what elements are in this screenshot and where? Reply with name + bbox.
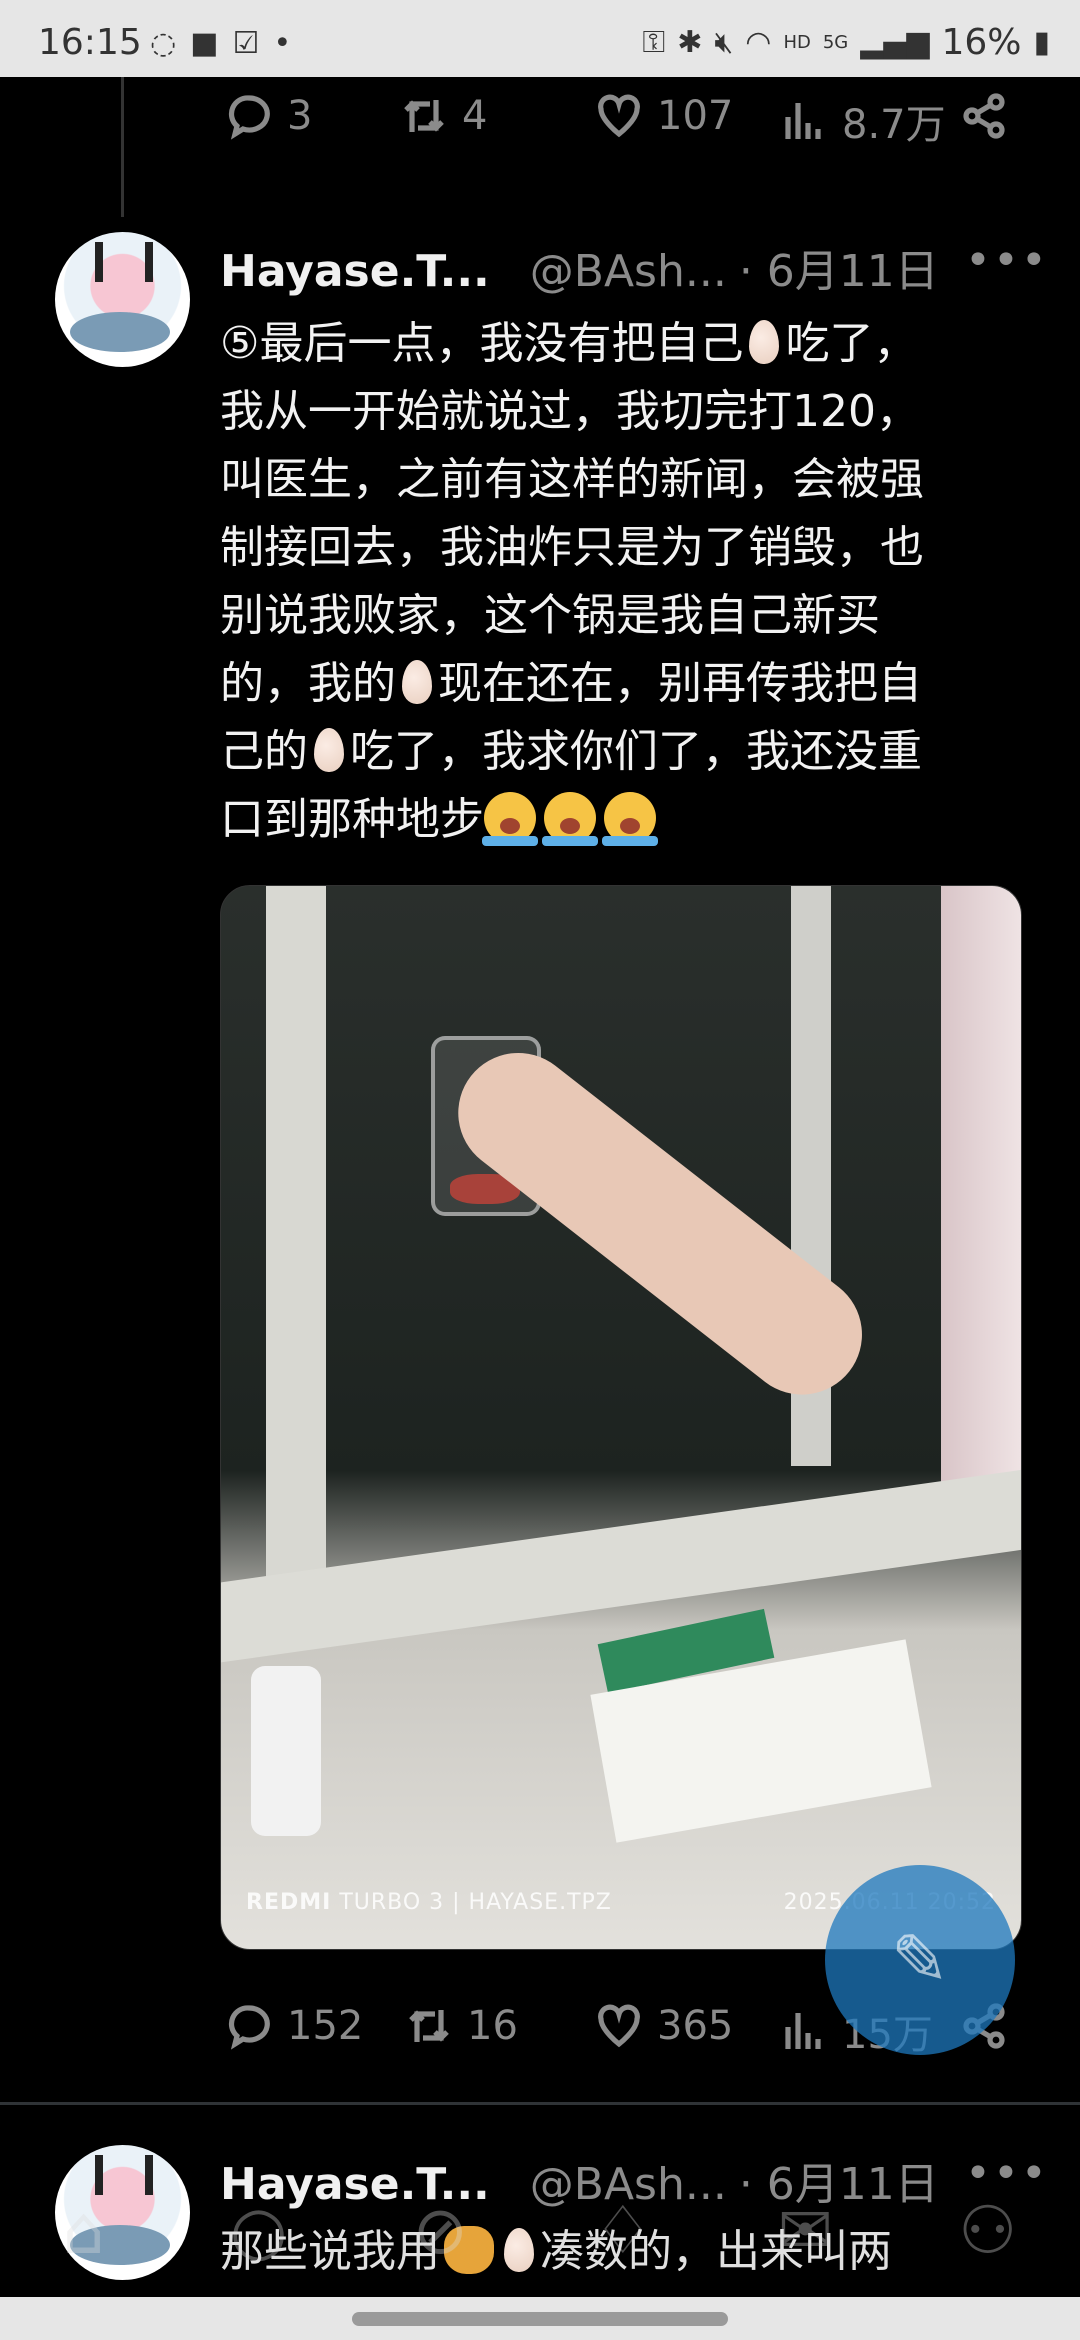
- author-avatar[interactable]: [55, 232, 190, 367]
- views-count: 8.7万: [842, 102, 946, 148]
- author-name[interactable]: Hayase.T...: [220, 246, 490, 297]
- reply-count: 3: [287, 93, 313, 139]
- mute-icon: 🔇︎: [714, 25, 734, 60]
- repost-count: 4: [462, 93, 488, 139]
- repost-count: 16: [467, 2003, 518, 2049]
- reply-count: 152: [287, 2003, 364, 2049]
- messages-icon[interactable]: ✉: [778, 2192, 833, 2269]
- battery-percent: 16%: [941, 22, 1022, 63]
- reply-button[interactable]: 152: [225, 2002, 363, 2050]
- grok-icon[interactable]: ⊘: [413, 2192, 468, 2269]
- compose-icon: ✎: [890, 1919, 950, 2001]
- crying-emoji: [482, 792, 538, 846]
- home-icon[interactable]: ⌂: [63, 2192, 105, 2269]
- repost-button[interactable]: 16: [405, 2002, 518, 2050]
- text-line: 叫医生，之前有这样的新闻，会被强: [220, 454, 924, 505]
- text-line: 吃了，我求你们了，我还没重: [350, 726, 922, 777]
- checkbox-icon: ☑: [232, 26, 260, 61]
- post-divider: [0, 2102, 1080, 2105]
- wifi-icon: ◠: [745, 25, 772, 60]
- like-count: 365: [657, 2003, 734, 2049]
- post-header: Hayase.T... @BAsh... · 6月11日 •••: [220, 235, 1047, 299]
- text-line: 口到那种地步: [220, 794, 484, 845]
- search-icon[interactable]: ○: [230, 2192, 288, 2269]
- text-line: 制接回去，我油炸只是为了销毁，也: [220, 522, 924, 573]
- shopping-bag-icon: ■: [190, 26, 219, 61]
- network-label: 5G: [822, 32, 849, 53]
- repost-icon: [409, 2010, 449, 2042]
- notifications-icon[interactable]: ♢: [593, 2192, 652, 2269]
- more-options-button[interactable]: •••: [965, 235, 1049, 286]
- compose-button[interactable]: ✎: [825, 1865, 1015, 2055]
- share-icon: [963, 93, 1005, 139]
- text-line: 的，我的: [220, 658, 396, 709]
- text-line: ⑤最后一点，我没有把自己: [220, 318, 744, 369]
- like-count: 107: [657, 93, 734, 139]
- reply-icon: [228, 2005, 270, 2050]
- dot-icon: •: [273, 26, 292, 61]
- prev-post-actions: 3 4 107 8.7万: [220, 92, 1020, 152]
- post-date: · 6月11日: [738, 246, 939, 297]
- thread-line: [121, 77, 124, 217]
- battery-icon: ▮: [1033, 25, 1050, 60]
- egg-emoji: [402, 660, 432, 704]
- repost-icon: [404, 100, 444, 132]
- crying-emoji: [602, 792, 658, 846]
- egg-emoji: [749, 320, 780, 364]
- status-time: 16:15: [38, 22, 142, 63]
- signal-icon: ▂▄▆: [860, 25, 930, 60]
- status-bar: 16:15 ◌ ■ ☑ • ⚿ ✱ 🔇︎ ◠ HD 5G ▂▄▆ 16% ▮: [0, 0, 1080, 77]
- photo-watermark: REDMI TURBO 3 | HAYASE.TPZ: [246, 1890, 612, 1915]
- share-button[interactable]: [960, 92, 1008, 140]
- like-button[interactable]: 365: [595, 2002, 733, 2050]
- text-line: 吃了，: [785, 318, 918, 369]
- bluetooth-icon: ✱: [677, 25, 703, 60]
- text-line: 我从一开始就说过，我切完打120，: [220, 386, 920, 437]
- bottom-navigation: ⌂ ○ ⊘ ♢ ✉ ⚇: [0, 2170, 1080, 2290]
- text-line: 别说我败家，这个锅是我自己新买: [220, 590, 880, 641]
- system-nav-bar: [0, 2297, 1080, 2340]
- heart-icon: [598, 2004, 640, 2048]
- crying-emoji: [542, 792, 598, 846]
- reply-icon: [228, 95, 270, 140]
- views-icon: [785, 103, 821, 139]
- text-line: 现在还在，别再传我把自: [438, 658, 922, 709]
- views-button[interactable]: 8.7万: [780, 92, 946, 150]
- egg-emoji: [314, 728, 344, 772]
- repost-button[interactable]: 4: [400, 92, 487, 140]
- text-line: 己的: [220, 726, 308, 777]
- post-text: ⑤最后一点，我没有把自己 吃了， 我从一开始就说过，我切完打120， 叫医生，之前…: [220, 310, 1020, 854]
- author-handle[interactable]: @BAsh...: [530, 246, 727, 297]
- sync-icon: ◌: [150, 26, 177, 61]
- like-button[interactable]: 107: [595, 92, 733, 140]
- home-gesture-handle[interactable]: [352, 2312, 728, 2326]
- hd-label: HD: [783, 32, 811, 53]
- reply-button[interactable]: 3: [225, 92, 312, 140]
- views-icon: [785, 2013, 821, 2049]
- communities-icon[interactable]: ⚇: [958, 2192, 1017, 2269]
- post-photo[interactable]: REDMI TURBO 3 | HAYASE.TPZ 2025.06.11 20…: [220, 885, 1022, 1950]
- key-icon: ⚿: [642, 25, 666, 60]
- heart-icon: [598, 94, 640, 138]
